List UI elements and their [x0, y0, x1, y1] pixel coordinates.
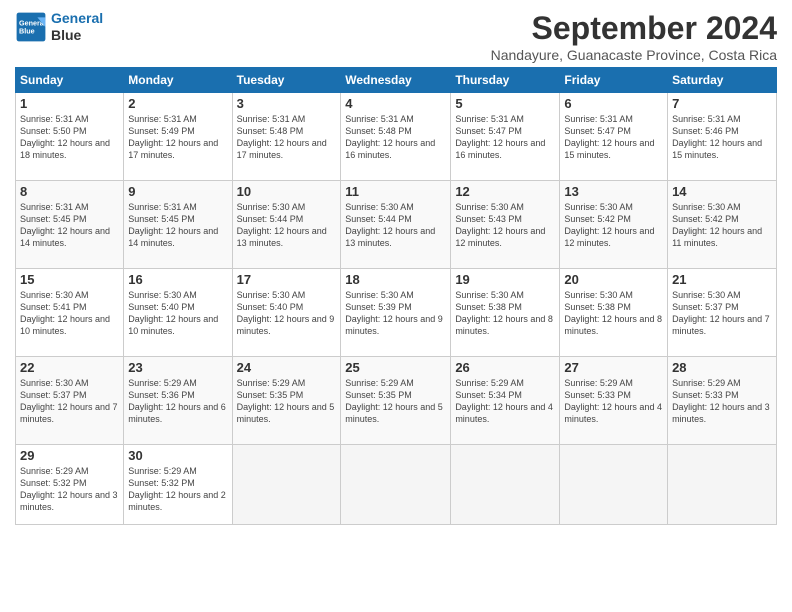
table-row: 26Sunrise: 5:29 AMSunset: 5:34 PMDayligh…: [451, 357, 560, 445]
col-thursday: Thursday: [451, 68, 560, 93]
table-row: 8Sunrise: 5:31 AMSunset: 5:45 PMDaylight…: [16, 181, 124, 269]
table-row: 15Sunrise: 5:30 AMSunset: 5:41 PMDayligh…: [16, 269, 124, 357]
page-header: General Blue General Blue September 2024…: [15, 10, 777, 63]
table-row: 11Sunrise: 5:30 AMSunset: 5:44 PMDayligh…: [341, 181, 451, 269]
table-row: 12Sunrise: 5:30 AMSunset: 5:43 PMDayligh…: [451, 181, 560, 269]
table-row: 24Sunrise: 5:29 AMSunset: 5:35 PMDayligh…: [232, 357, 341, 445]
logo-text: General Blue: [51, 10, 103, 44]
calendar-table: Sunday Monday Tuesday Wednesday Thursday…: [15, 67, 777, 525]
table-row: 6Sunrise: 5:31 AMSunset: 5:47 PMDaylight…: [560, 93, 668, 181]
table-row: 9Sunrise: 5:31 AMSunset: 5:45 PMDaylight…: [124, 181, 232, 269]
table-row: 20Sunrise: 5:30 AMSunset: 5:38 PMDayligh…: [560, 269, 668, 357]
table-row: 29Sunrise: 5:29 AMSunset: 5:32 PMDayligh…: [16, 445, 124, 525]
month-title: September 2024: [491, 10, 777, 47]
table-row: [668, 445, 777, 525]
table-row: 10Sunrise: 5:30 AMSunset: 5:44 PMDayligh…: [232, 181, 341, 269]
col-monday: Monday: [124, 68, 232, 93]
table-row: 14Sunrise: 5:30 AMSunset: 5:42 PMDayligh…: [668, 181, 777, 269]
svg-text:Blue: Blue: [19, 26, 35, 35]
table-row: 3Sunrise: 5:31 AMSunset: 5:48 PMDaylight…: [232, 93, 341, 181]
table-row: 22Sunrise: 5:30 AMSunset: 5:37 PMDayligh…: [16, 357, 124, 445]
table-row: [232, 445, 341, 525]
table-row: 25Sunrise: 5:29 AMSunset: 5:35 PMDayligh…: [341, 357, 451, 445]
table-row: 7Sunrise: 5:31 AMSunset: 5:46 PMDaylight…: [668, 93, 777, 181]
table-row: [560, 445, 668, 525]
logo-icon: General Blue: [15, 11, 47, 43]
table-row: 2Sunrise: 5:31 AMSunset: 5:49 PMDaylight…: [124, 93, 232, 181]
col-sunday: Sunday: [16, 68, 124, 93]
table-row: [451, 445, 560, 525]
table-row: 18Sunrise: 5:30 AMSunset: 5:39 PMDayligh…: [341, 269, 451, 357]
table-row: 16Sunrise: 5:30 AMSunset: 5:40 PMDayligh…: [124, 269, 232, 357]
table-row: 17Sunrise: 5:30 AMSunset: 5:40 PMDayligh…: [232, 269, 341, 357]
col-saturday: Saturday: [668, 68, 777, 93]
table-row: 5Sunrise: 5:31 AMSunset: 5:47 PMDaylight…: [451, 93, 560, 181]
table-row: 30Sunrise: 5:29 AMSunset: 5:32 PMDayligh…: [124, 445, 232, 525]
table-row: 1Sunrise: 5:31 AMSunset: 5:50 PMDaylight…: [16, 93, 124, 181]
logo: General Blue General Blue: [15, 10, 103, 44]
col-friday: Friday: [560, 68, 668, 93]
header-row: Sunday Monday Tuesday Wednesday Thursday…: [16, 68, 777, 93]
table-row: 21Sunrise: 5:30 AMSunset: 5:37 PMDayligh…: [668, 269, 777, 357]
table-row: [341, 445, 451, 525]
location-subtitle: Nandayure, Guanacaste Province, Costa Ri…: [491, 47, 777, 63]
table-row: 19Sunrise: 5:30 AMSunset: 5:38 PMDayligh…: [451, 269, 560, 357]
table-row: 27Sunrise: 5:29 AMSunset: 5:33 PMDayligh…: [560, 357, 668, 445]
title-section: September 2024 Nandayure, Guanacaste Pro…: [491, 10, 777, 63]
col-wednesday: Wednesday: [341, 68, 451, 93]
table-row: 4Sunrise: 5:31 AMSunset: 5:48 PMDaylight…: [341, 93, 451, 181]
col-tuesday: Tuesday: [232, 68, 341, 93]
table-row: 23Sunrise: 5:29 AMSunset: 5:36 PMDayligh…: [124, 357, 232, 445]
table-row: 28Sunrise: 5:29 AMSunset: 5:33 PMDayligh…: [668, 357, 777, 445]
table-row: 13Sunrise: 5:30 AMSunset: 5:42 PMDayligh…: [560, 181, 668, 269]
